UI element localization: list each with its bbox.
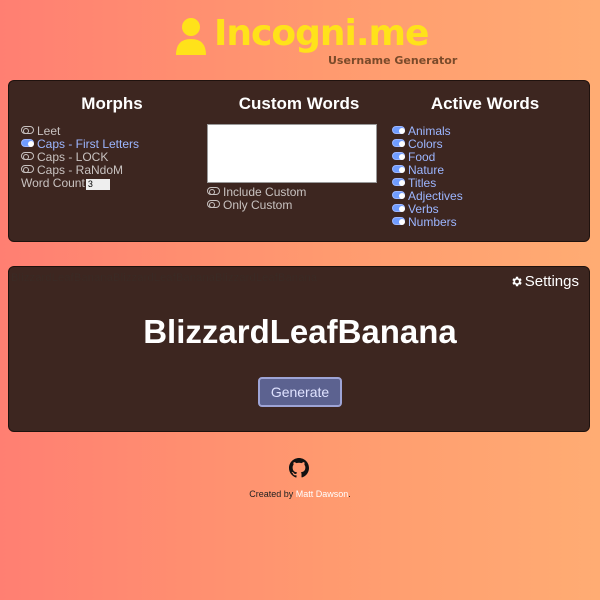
toggle-off-icon bbox=[207, 200, 220, 208]
toggle-off-icon bbox=[21, 165, 34, 173]
toggle-on-icon bbox=[392, 165, 405, 173]
app-title: Incogni.me bbox=[214, 13, 429, 54]
username-ghost-text: BlizzardLeafBananaBlizzardLeafBananaBliz… bbox=[11, 272, 318, 284]
toggle-on-icon bbox=[392, 178, 405, 186]
options-panel: Morphs Custom Words Active Words Leet Ca… bbox=[8, 80, 590, 242]
active-words-heading: Active Words bbox=[430, 94, 540, 113]
only-custom-toggle[interactable]: Only Custom bbox=[207, 199, 292, 212]
gear-icon bbox=[512, 276, 522, 287]
toggle-on-icon bbox=[392, 204, 405, 212]
word-count-label: Word Count bbox=[21, 176, 85, 190]
word-count-input[interactable]: 3 bbox=[85, 179, 110, 190]
app-subtitle: Username Generator bbox=[328, 54, 458, 67]
user-icon bbox=[176, 18, 206, 55]
generate-button[interactable]: Generate bbox=[258, 377, 342, 407]
toggle-on-icon bbox=[392, 217, 405, 225]
toggle-off-icon bbox=[207, 187, 220, 195]
toggle-on-icon bbox=[392, 126, 405, 134]
custom-words-textarea[interactable] bbox=[207, 124, 377, 183]
logo: Incogni.me Username Generator bbox=[0, 12, 600, 68]
footer-credit: Created by Matt Dawson. bbox=[249, 489, 351, 499]
github-icon[interactable] bbox=[289, 458, 309, 478]
settings-label: Settings bbox=[524, 273, 579, 290]
author-link[interactable]: Matt Dawson bbox=[296, 489, 349, 499]
generated-username: BlizzardLeafBanana bbox=[143, 313, 457, 350]
active-numbers-toggle[interactable]: Numbers bbox=[392, 216, 457, 229]
toggle-off-icon bbox=[21, 126, 34, 134]
output-panel: BlizzardLeafBananaBlizzardLeafBananaBliz… bbox=[8, 266, 590, 432]
toggle-on-icon bbox=[392, 139, 405, 147]
toggle-on-icon bbox=[392, 152, 405, 160]
toggle-on-icon bbox=[392, 191, 405, 199]
settings-button[interactable]: Settings bbox=[510, 273, 579, 290]
toggle-on-icon bbox=[21, 139, 34, 147]
word-count-row: Word Count 3 bbox=[21, 177, 110, 190]
morphs-heading: Morphs bbox=[81, 94, 143, 113]
custom-words-heading: Custom Words bbox=[238, 94, 360, 113]
toggle-off-icon bbox=[21, 152, 34, 160]
